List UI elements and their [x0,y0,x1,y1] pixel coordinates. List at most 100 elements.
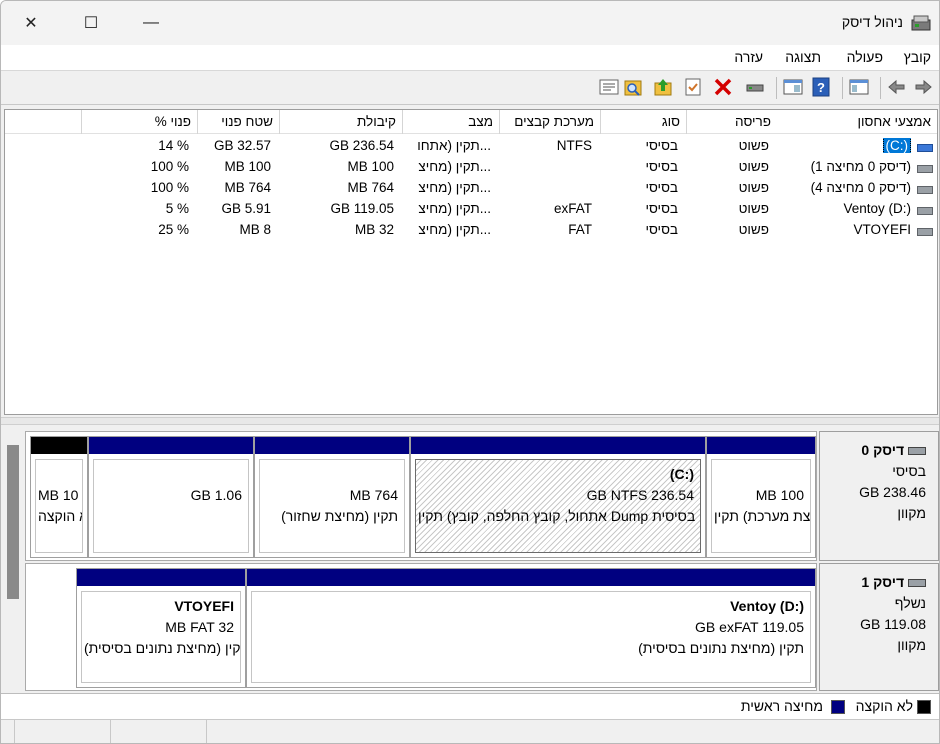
disk-0-state: מקוון [897,505,926,521]
disk-1-state: מקוון [897,637,926,653]
partition-unallocated[interactable]: MB 10 לא הוקצה [30,436,88,558]
properties-icon[interactable] [783,77,803,97]
check-icon[interactable] [683,77,703,97]
cell-type: בסיסי [645,180,678,195]
cell-volume: (דיסק 0 מחיצה 4) [777,180,937,195]
disk-1-info[interactable]: דיסק 1 נשלף GB 119.08 מקוון [819,563,939,691]
show-hide-console-tree-icon[interactable] [849,77,869,97]
partition-bar [247,569,815,586]
legend-label-primary: מחיצה ראשית [740,698,823,714]
partition-body: GB 1.06 [93,459,249,553]
volume-list: אמצעי אחסון פריסה סוג מערכת קבצים מצב קי… [4,109,938,415]
back-arrow-icon[interactable] [887,77,907,97]
partition-bar [707,437,815,454]
partition-size: MB 100 [755,487,804,503]
disk-1-kind: נשלף [894,595,926,611]
column-header-free-space[interactable]: שטח פנוי [197,110,279,134]
partition-efi[interactable]: MB 100 תקין (מחיצת מערכת EFI) [706,436,816,558]
partition-bar [255,437,409,454]
cell-volume: (דיסק 0 מחיצה 1) [777,159,937,174]
search-icon[interactable] [623,77,643,97]
close-button[interactable]: ✕ [1,1,61,45]
partition-body: (C:) GB NTFS 236.54 תקין (אתחול, קובץ החלפ… [415,459,701,553]
legend-swatch-unallocated [917,700,931,714]
partition-body: Ventoy (D:) GB exFAT 119.05 תקין (מחיצת נת… [251,591,811,683]
volume-name: VTOYEFI [853,222,911,237]
partition-recovery[interactable]: MB 764 תקין (מחיצת שחזור) [254,436,410,558]
cell-percent-free: 100 % [150,159,189,174]
cell-free-space: GB 5.91 [221,201,271,216]
forward-arrow-icon[interactable] [913,77,933,97]
disk-0-size: GB 238.46 [859,484,926,500]
toolbar: ? [1,71,939,105]
menu-help[interactable]: עזרה [734,49,763,65]
table-row[interactable]: Ventoy (D:) פשוט בסיסי exFAT תקין (מחיצ... GB… [5,199,937,220]
status-bar [1,719,939,743]
partition-size: MB 10 [38,487,79,503]
partition-body: VTOYEFI MB FAT 32 תקין (מחיצת נתונים בסיסי… [81,591,241,683]
cell-type: בסיסי [645,201,678,216]
partition-c[interactable]: (C:) GB NTFS 236.54 תקין (אתחול, קובץ החלפ… [410,436,706,558]
legend-swatch-primary [831,700,845,714]
cell-free-space: MB 8 [239,222,271,237]
cell-layout: פשוט [738,159,769,174]
volume-icon [917,144,933,152]
partition-status: תקין (מחיצת נתונים בסיסית) [84,640,241,656]
delete-icon[interactable] [713,77,733,97]
column-header-type[interactable]: סוג [600,110,686,134]
cell-layout: פשוט [738,180,769,195]
legend: לא הוקצה מחיצה ראשית [1,693,939,719]
table-row[interactable]: VTOYEFI פשוט בסיסי FAT תקין (מחיצ... MB 32 MB … [5,220,937,241]
partition-bar [411,437,705,454]
table-row[interactable]: (דיסק 0 מחיצה 4) פשוט בסיסי תקין (מחיצ... MB… [5,178,937,199]
minimize-button[interactable]: — [121,1,181,45]
partition-title: Ventoy (D:) [730,598,804,614]
partition-body: MB 100 תקין (מחיצת מערכת EFI) [711,459,811,553]
volume-name: (דיסק 0 מחיצה 4) [810,180,911,195]
maximize-button[interactable]: ☐ [61,1,121,45]
cell-filesystem: exFAT [553,201,592,216]
partition-size: MB 764 [349,487,398,503]
column-header-layout[interactable]: פריסה [686,110,777,134]
svg-text:?: ? [817,80,825,95]
help-icon[interactable]: ? [811,77,831,97]
cell-capacity: MB 32 [354,222,394,237]
column-header-capacity[interactable]: קיבולת [279,110,402,134]
partition-status: תקין (מחיצת שחזור) [281,508,398,524]
disk-management-window: ✕ ☐ — ניהול דיסק קובץ פעולה תצוגה עזרה ? [0,0,940,744]
disk-0-info[interactable]: דיסק 0 בסיסי GB 238.46 מקוון [819,431,939,561]
minimize-icon: — [143,14,159,31]
menu-file[interactable]: קובץ [904,49,931,65]
partition-size: MB FAT 32 [165,619,234,635]
partition-vtoyefi[interactable]: VTOYEFI MB FAT 32 תקין (מחיצת נתונים בסיסי… [76,568,246,688]
column-header-status[interactable]: מצב [402,110,499,134]
status-cell [111,720,207,743]
cell-free-space: MB 764 [224,180,271,195]
cell-capacity: MB 764 [347,180,394,195]
cell-percent-free: 5 % [165,201,189,216]
column-header-percent-free[interactable]: % פנוי [81,110,197,134]
menu-action[interactable]: פעולה [847,49,883,65]
vertical-scrollbar[interactable] [7,445,19,599]
menu-view[interactable]: תצוגה [785,49,821,65]
cell-type: בסיסי [645,138,678,153]
disk-1-partitions: Ventoy (D:) GB exFAT 119.05 תקין (מחיצת נת… [25,563,817,691]
table-row[interactable]: (דיסק 0 מחיצה 1) פשוט בסיסי תקין (מחיצ... MB… [5,157,937,178]
partition-unlabeled[interactable]: GB 1.06 [88,436,254,558]
cell-status: תקין (מחיצ... [418,159,491,174]
table-row[interactable]: (C:) פשוט בסיסי NTFS תקין (אתחו... GB 236.54 G… [5,136,937,157]
partition-size: GB exFAT 119.05 [695,619,804,635]
cell-capacity: GB 119.05 [330,201,394,216]
column-header-volume[interactable]: אמצעי אחסון [777,110,937,134]
properties-list-icon[interactable] [599,77,619,97]
partition-ventoy[interactable]: Ventoy (D:) GB exFAT 119.05 תקין (מחיצת נת… [246,568,816,688]
partition-title: (C:) [669,466,694,482]
up-icon[interactable] [653,77,673,97]
partition-bar [89,437,253,454]
cell-type: בסיסי [645,159,678,174]
pane-splitter[interactable] [1,417,939,425]
window-title: ניהול דיסק [841,14,903,30]
connect-disk-icon[interactable] [745,77,765,97]
disk-0-title: דיסק 0 [861,442,905,458]
column-header-filesystem[interactable]: מערכת קבצים [499,110,600,134]
